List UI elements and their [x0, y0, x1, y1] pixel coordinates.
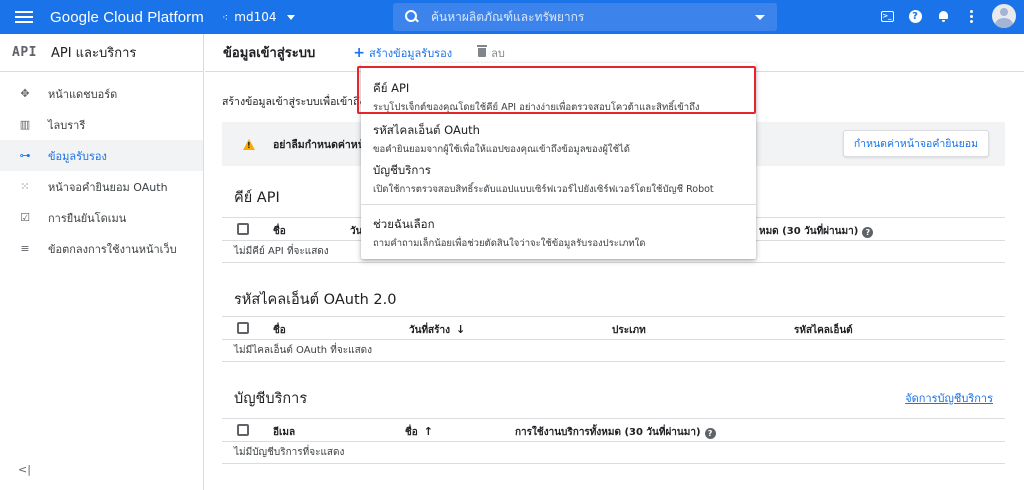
search-expand-icon[interactable]	[755, 15, 765, 20]
delete-button[interactable]: ลบ	[477, 44, 505, 62]
create-credentials-menu: คีย์ API ระบุโปรเจ็กต์ของคุณโดยใช้คีย์ A…	[357, 63, 756, 259]
oauth-title: รหัสไคลเอ็นต์ OAuth 2.0	[234, 292, 397, 308]
select-all-checkbox[interactable]	[237, 223, 249, 235]
menu-item-api-key[interactable]: คีย์ API ระบุโปรเจ็กต์ของคุณโดยใช้คีย์ A…	[361, 80, 756, 115]
search-icon	[405, 10, 419, 24]
help-circle-icon[interactable]: ?	[862, 227, 874, 238]
table-header: ชื่อ วันที่สร้าง ↓ ประเภท รหัสไคลเอ็นต์	[222, 316, 1005, 340]
brand-name[interactable]: Google Cloud Platform	[50, 9, 204, 26]
library-icon: ▥	[19, 118, 31, 131]
menu-item-oauth-client[interactable]: รหัสไคลเอ็นต์ OAuth ขอคํายินยอมจากผู้ใช้…	[361, 122, 756, 157]
dashboard-icon: ✥	[20, 87, 30, 100]
sidebar-item-label: หน้าจอคํายินยอม OAuth	[48, 180, 168, 194]
sidebar-item-domain-verification[interactable]: ☑ การยืนยันโดเมน	[0, 202, 203, 233]
search-input[interactable]	[431, 10, 731, 24]
api-logo: API	[12, 45, 37, 60]
intro-text: สร้างข้อมูลเข้าสู่ระบบเพื่อเข้าถึง	[222, 96, 362, 108]
column-header[interactable]: ชื่อ	[273, 224, 286, 239]
menu-divider	[361, 204, 756, 205]
collapse-sidebar-icon[interactable]: <|	[18, 463, 31, 476]
settings-list-icon: ≡	[20, 242, 30, 255]
service-accounts-table: อีเมล ชื่อ ↑ การใช้งานบริการทั้งหมด (30 ว…	[222, 418, 1005, 464]
select-all-checkbox[interactable]	[237, 424, 249, 436]
menu-item-title: ช่วยฉันเลือก	[373, 217, 435, 231]
trash-icon	[477, 45, 488, 57]
plus-icon: +	[353, 44, 365, 61]
sidebar-item-library[interactable]: ▥ ไลบรารี	[0, 109, 203, 140]
sidebar-item-credentials[interactable]: ⊶ ข้อมูลรับรอง	[0, 140, 203, 171]
menu-item-desc: ถามคําถามเล็กน้อยเพื่อช่วยตัดสินใจว่าจะใ…	[373, 238, 646, 249]
column-header: หมด (30 วันที่ผ่านมา)?	[759, 224, 874, 239]
sidebar-header: API API และบริการ	[0, 34, 203, 72]
api-keys-title: คีย์ API	[234, 190, 280, 206]
column-header-sorted[interactable]: วันที่สร้าง ↓	[409, 323, 465, 338]
help-circle-icon[interactable]: ?	[704, 428, 716, 439]
notifications-bell-icon[interactable]	[936, 9, 950, 23]
menu-item-service-account[interactable]: บัญชีบริการ เปิดใช้การตรวจสอบสิทธิ์ระดับ…	[361, 162, 756, 197]
chevron-down-icon	[286, 14, 295, 20]
warning-text: อย่าลืมกําหนดค่าหน้าจอ	[273, 138, 368, 151]
hamburger-menu-icon[interactable]	[15, 11, 33, 23]
sidebar-item-label: ข้อตกลงการใช้งานหน้าเว็บ	[48, 242, 177, 256]
empty-message: ไม่มีไคลเอ็นต์ OAuth ที่จะแสดง	[234, 345, 373, 356]
sidebar-item-label: การยืนยันโดเมน	[48, 211, 127, 225]
top-app-bar: Google Cloud Platform ⁖ md104 >_ ?	[0, 0, 1024, 34]
key-icon: ⊶	[19, 149, 31, 162]
select-all-checkbox[interactable]	[237, 322, 249, 334]
oauth-table: ชื่อ วันที่สร้าง ↓ ประเภท รหัสไคลเอ็นต์ ไ…	[222, 316, 1005, 362]
menu-item-title: รหัสไคลเอ็นต์ OAuth	[373, 123, 480, 137]
menu-item-title: บัญชีบริการ	[373, 163, 431, 177]
sidebar-item-oauth-consent[interactable]: ⁙ หน้าจอคํายินยอม OAuth	[0, 171, 203, 202]
cloud-shell-icon[interactable]: >_	[880, 9, 894, 23]
sidebar-item-label: ข้อมูลรับรอง	[48, 149, 107, 163]
consent-icon: ⁙	[20, 180, 30, 193]
checkbox-icon: ☑	[20, 211, 30, 224]
table-header: อีเมล ชื่อ ↑ การใช้งานบริการทั้งหมด (30 ว…	[222, 418, 1005, 442]
arrow-down-icon: ↓	[456, 323, 466, 336]
menu-item-desc: ขอคํายินยอมจากผู้ใช้เพื่อให้แอปของคุณเข้…	[373, 144, 630, 155]
column-header[interactable]: รหัสไคลเอ็นต์	[794, 323, 853, 338]
menu-item-desc: เปิดใช้การตรวจสอบสิทธิ์ระดับแอปแบบเซิร์ฟ…	[373, 184, 714, 195]
sidebar-item-dashboard[interactable]: ✥ หน้าแดชบอร์ด	[0, 78, 203, 109]
column-header[interactable]: ชื่อ	[273, 323, 286, 338]
page-title: ข้อมูลเข้าสู่ระบบ	[223, 46, 316, 61]
service-accounts-title: บัญชีบริการ	[234, 391, 308, 407]
warning-icon: !	[243, 138, 255, 150]
manage-service-accounts-link[interactable]: จัดการบัญชีบริการ	[905, 389, 993, 407]
sidebar-item-page-agreements[interactable]: ≡ ข้อตกลงการใช้งานหน้าเว็บ	[0, 233, 203, 264]
menu-item-title: คีย์ API	[373, 81, 410, 95]
sidebar-item-label: หน้าแดชบอร์ด	[48, 87, 118, 101]
more-vert-icon[interactable]	[964, 9, 978, 23]
sidebar-item-label: ไลบรารี	[48, 118, 86, 132]
project-name: md104	[234, 10, 277, 24]
column-header: การใช้งานบริการทั้งหมด (30 วันที่ผ่านมา)…	[515, 425, 716, 440]
column-header[interactable]: ประเภท	[612, 323, 646, 338]
create-credentials-button[interactable]: + สร้างข้อมูลรับรอง	[353, 44, 452, 62]
sidebar: API API และบริการ ✥ หน้าแดชบอร์ด ▥ ไลบรา…	[0, 34, 204, 490]
menu-item-desc: ระบุโปรเจ็กต์ของคุณโดยใช้คีย์ API อย่างง…	[373, 102, 700, 113]
top-icons: >_ ?	[880, 4, 1016, 28]
project-selector[interactable]: ⁖ md104	[222, 10, 295, 24]
arrow-up-icon: ↑	[423, 425, 434, 438]
sidebar-title: API และบริการ	[50, 46, 137, 61]
column-header[interactable]: อีเมล	[273, 425, 295, 440]
column-header-sorted[interactable]: ชื่อ ↑	[405, 425, 433, 440]
avatar[interactable]	[992, 4, 1016, 28]
project-icon: ⁖	[221, 10, 229, 24]
help-icon[interactable]: ?	[908, 9, 922, 23]
menu-item-help-me-choose[interactable]: ช่วยฉันเลือก ถามคําถามเล็กน้อยเพื่อช่วยต…	[361, 216, 756, 251]
empty-message: ไม่มีบัญชีบริการที่จะแสดง	[234, 447, 345, 458]
configure-consent-button[interactable]: กําหนดค่าหน้าจอคํายินยอม	[842, 130, 989, 157]
search-bar[interactable]	[393, 3, 777, 31]
